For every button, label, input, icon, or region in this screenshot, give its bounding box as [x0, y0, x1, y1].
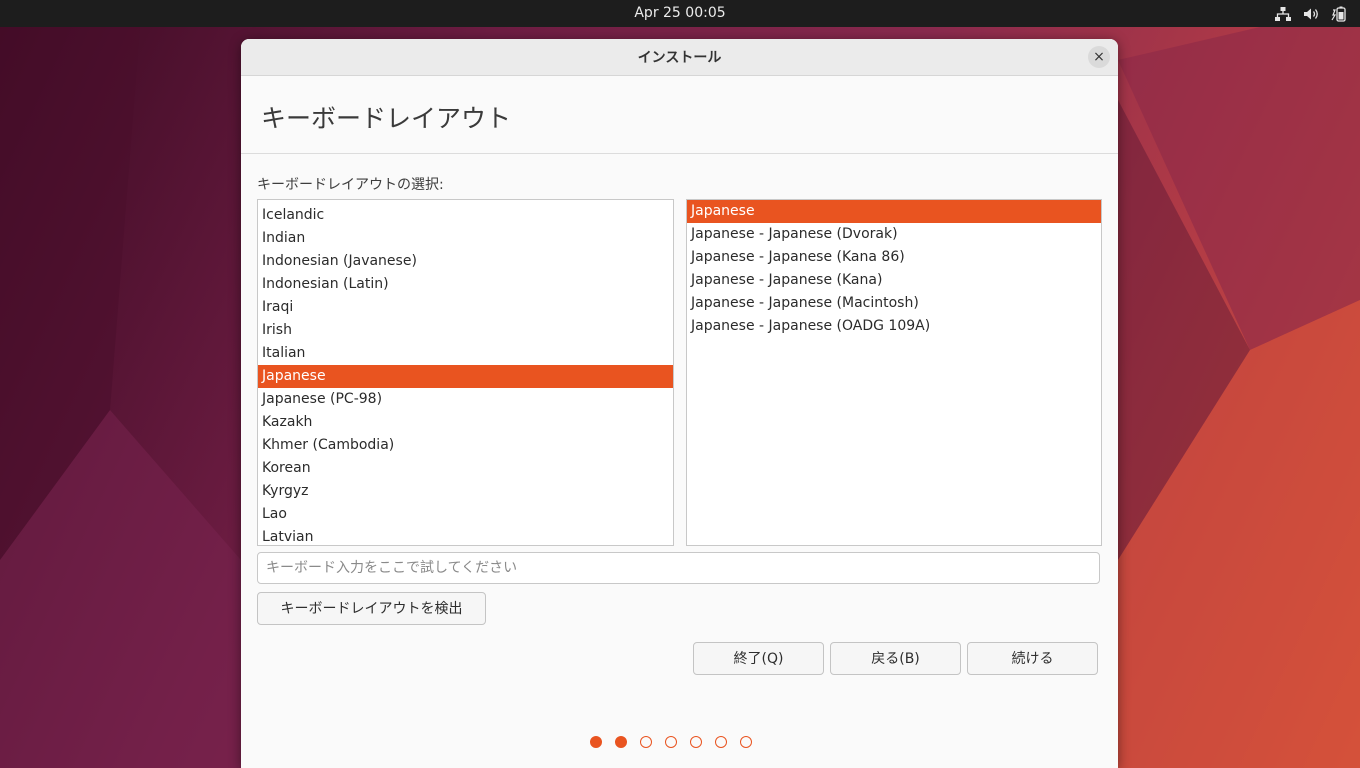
layout-list-item[interactable]: Korean — [258, 457, 673, 480]
variant-list-item[interactable]: Japanese - Japanese (Kana 86) — [687, 246, 1101, 269]
layout-list-item[interactable]: Indonesian (Latin) — [258, 273, 673, 296]
clock[interactable]: Apr 25 00:05 — [0, 0, 1360, 27]
page-title: キーボードレイアウト — [261, 104, 512, 133]
layout-select-label: キーボードレイアウトの選択: — [257, 177, 444, 193]
layout-list-item[interactable]: Indonesian (Javanese) — [258, 250, 673, 273]
step-dot-icon — [640, 736, 652, 748]
layout-list[interactable]: Icelandic Indian Indonesian (Javanese) I… — [257, 199, 674, 546]
header-divider — [241, 153, 1118, 154]
step-dot-icon — [690, 736, 702, 748]
back-button[interactable]: 戻る(B) — [830, 642, 961, 675]
layout-list-item[interactable]: Italian — [258, 342, 673, 365]
variant-list-item[interactable]: Japanese - Japanese (Dvorak) — [687, 223, 1101, 246]
installer-window: インストール × キーボードレイアウト キーボードレイアウトの選択: Icela… — [241, 39, 1118, 768]
layout-list-item[interactable]: Indian — [258, 227, 673, 250]
layout-list-item[interactable]: Latvian — [258, 526, 673, 545]
battery-icon[interactable] — [1330, 5, 1348, 23]
step-dot-icon — [665, 736, 677, 748]
quit-button[interactable]: 終了(Q) — [693, 642, 824, 675]
continue-button[interactable]: 続ける — [967, 642, 1098, 675]
layout-list-item[interactable]: Khmer (Cambodia) — [258, 434, 673, 457]
variant-list-item[interactable]: Japanese - Japanese (OADG 109A) — [687, 315, 1101, 338]
close-button[interactable]: × — [1088, 46, 1110, 68]
step-dot-icon — [740, 736, 752, 748]
window-title: インストール — [637, 50, 722, 66]
keyboard-test-input[interactable] — [257, 552, 1100, 584]
close-icon: × — [1093, 49, 1105, 65]
step-progress — [590, 736, 752, 748]
layout-list-item[interactable]: Iraqi — [258, 296, 673, 319]
layout-list-item[interactable]: Icelandic — [258, 204, 673, 227]
variant-list-item-selected[interactable]: Japanese — [687, 200, 1101, 223]
layout-list-item-selected[interactable]: Japanese — [258, 365, 673, 388]
variant-list-item[interactable]: Japanese - Japanese (Kana) — [687, 269, 1101, 292]
step-dot-icon — [615, 736, 627, 748]
title-bar[interactable]: インストール × — [241, 39, 1118, 76]
system-tray[interactable] — [1274, 4, 1348, 24]
layout-list-item[interactable]: Kazakh — [258, 411, 673, 434]
variant-list-item[interactable]: Japanese - Japanese (Macintosh) — [687, 292, 1101, 315]
layout-list-item[interactable]: Lao — [258, 503, 673, 526]
layout-list-item[interactable]: Japanese (PC-98) — [258, 388, 673, 411]
variant-list[interactable]: Japanese Japanese - Japanese (Dvorak) Ja… — [686, 199, 1102, 546]
layout-list-item[interactable]: Kyrgyz — [258, 480, 673, 503]
detect-layout-button[interactable]: キーボードレイアウトを検出 — [257, 592, 486, 625]
volume-icon[interactable] — [1302, 5, 1320, 23]
step-dot-icon — [590, 736, 602, 748]
network-icon[interactable] — [1274, 5, 1292, 23]
layout-list-item[interactable]: Irish — [258, 319, 673, 342]
top-bar: Apr 25 00:05 — [0, 0, 1360, 27]
step-dot-icon — [715, 736, 727, 748]
